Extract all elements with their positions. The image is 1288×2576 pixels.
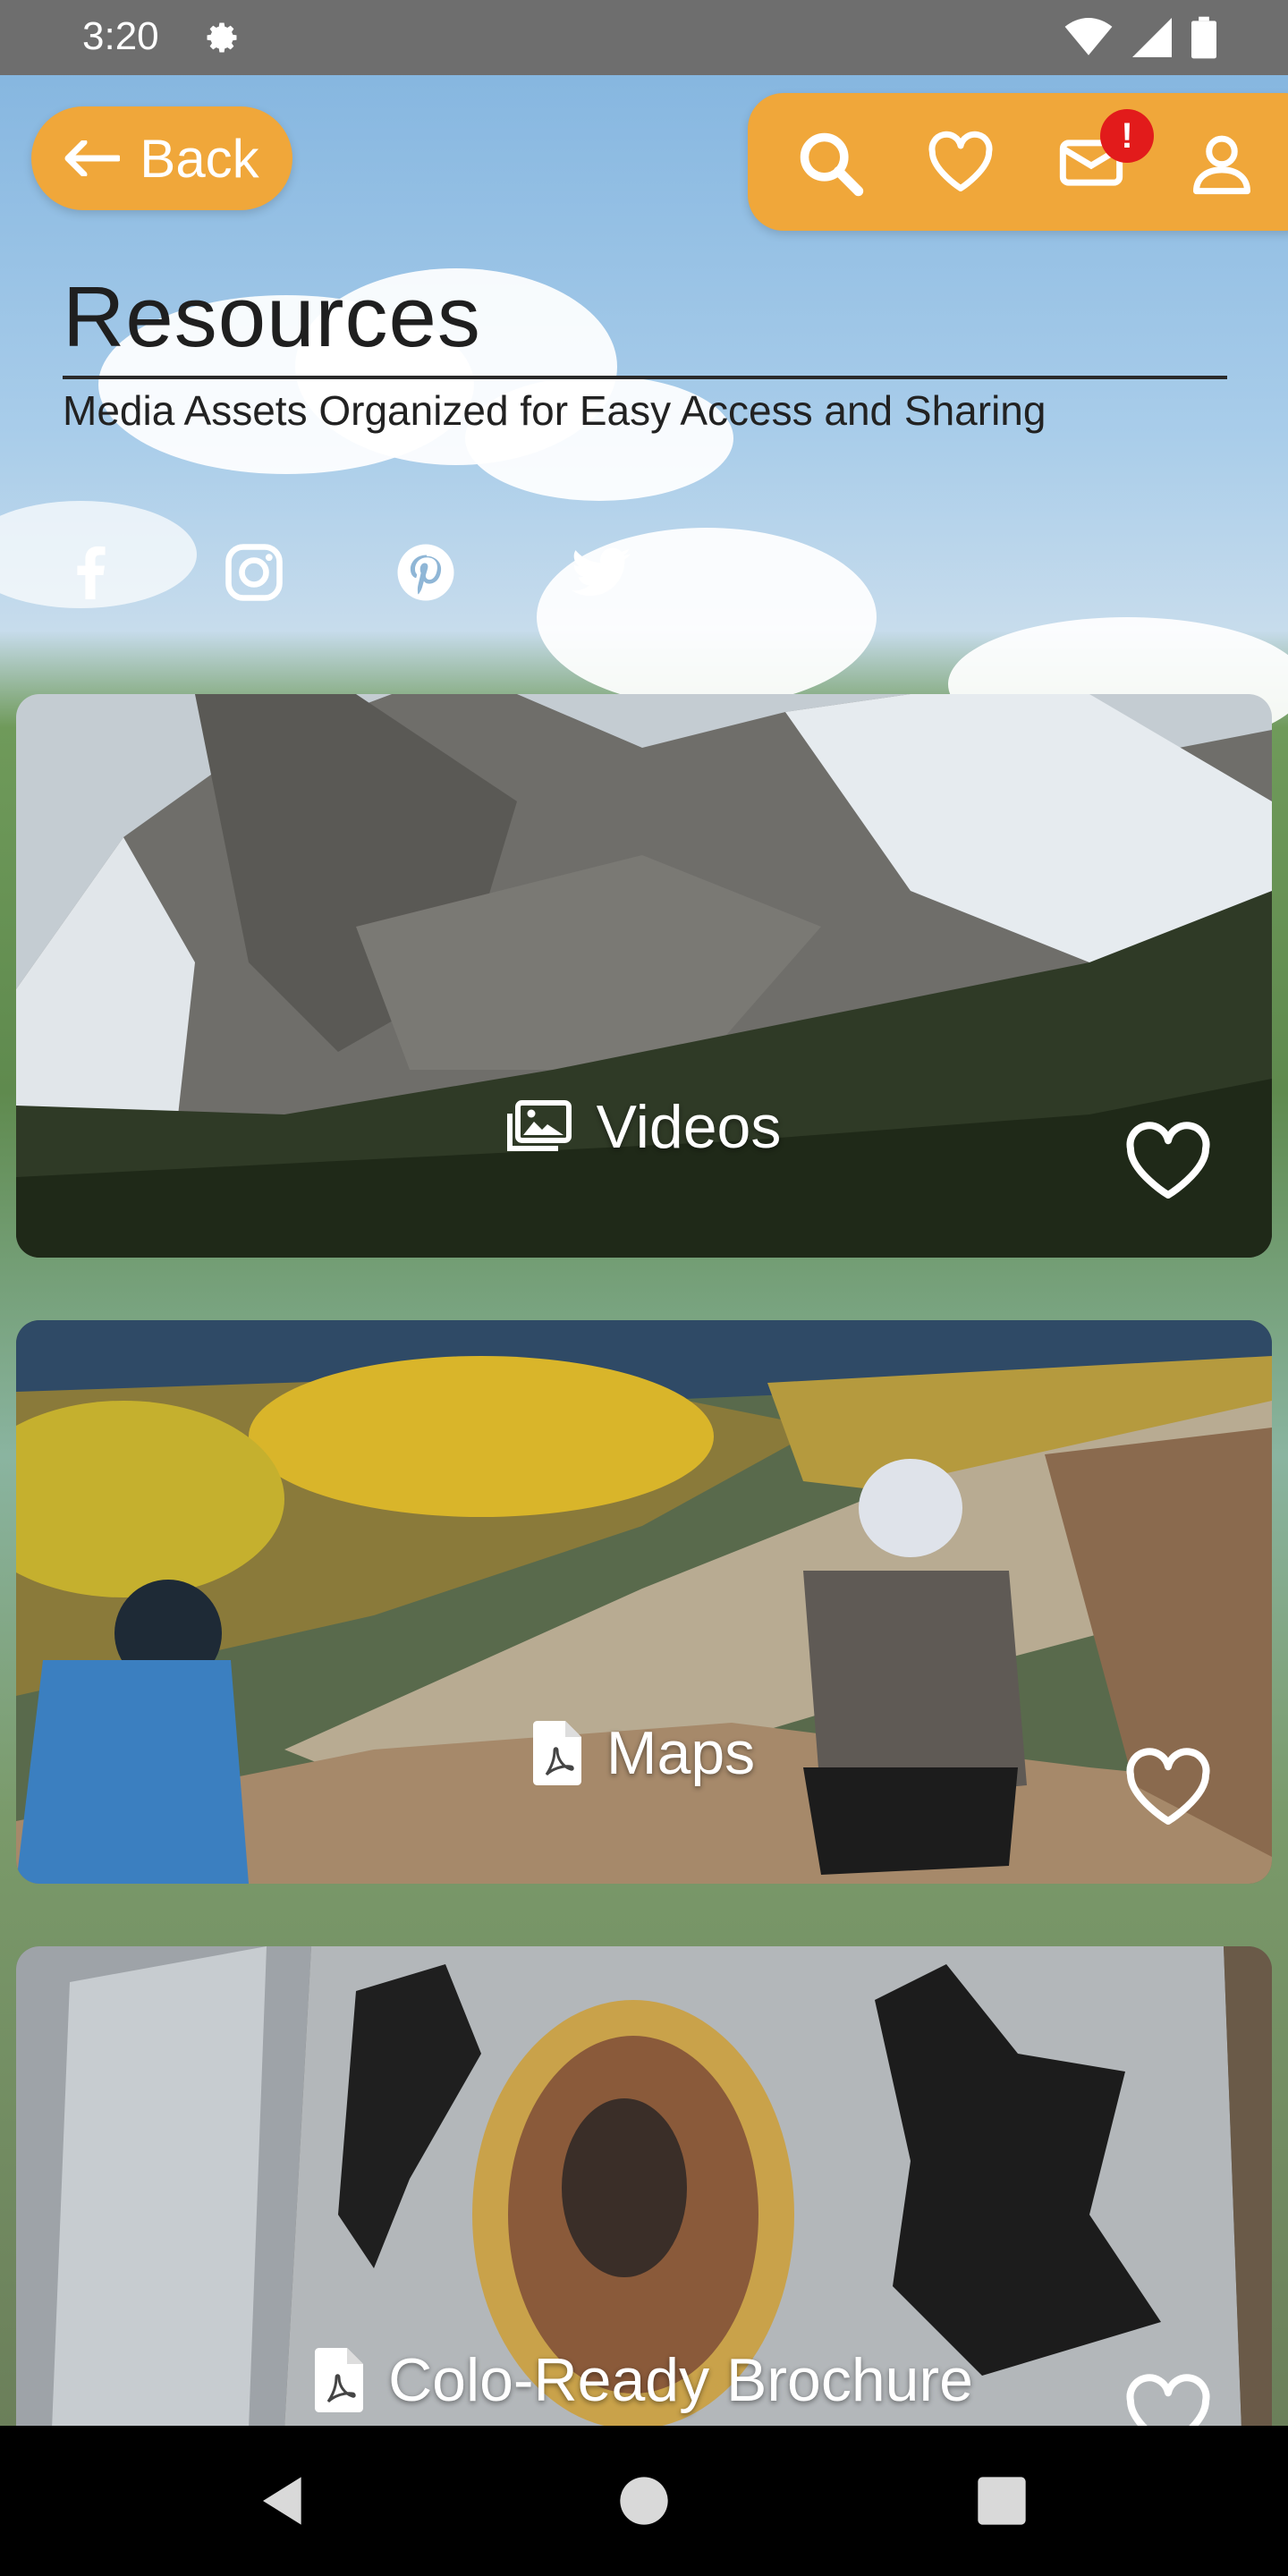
status-bar: 3:20: [0, 0, 1288, 75]
images-icon: [506, 1100, 572, 1151]
wifi-icon: [1064, 18, 1113, 55]
card-title: Videos: [596, 1093, 782, 1161]
search-icon[interactable]: [796, 129, 864, 197]
heart-icon[interactable]: [927, 129, 995, 197]
back-button-label: Back: [140, 128, 259, 189]
pdf-file-icon: [532, 1721, 581, 1785]
facebook-icon[interactable]: [59, 540, 123, 605]
resource-card-brochure[interactable]: Colo-Ready Brochure: [16, 1946, 1272, 2429]
home-circle-icon[interactable]: [615, 2472, 673, 2529]
heart-icon[interactable]: [1125, 1748, 1211, 1826]
resource-card-maps[interactable]: Maps: [16, 1320, 1272, 1884]
header-actions: [748, 93, 1288, 231]
pdf-file-icon: [315, 2348, 364, 2412]
battery-icon: [1191, 16, 1216, 59]
status-time: 3:20: [82, 14, 159, 58]
resource-card-videos[interactable]: Videos: [16, 694, 1272, 1258]
twitter-icon[interactable]: [569, 540, 633, 605]
mail-badge: !: [1100, 109, 1154, 163]
arrow-left-icon: [64, 140, 121, 176]
app-screen: 3:20 Back ! Resources Media Assets Organ…: [0, 0, 1288, 2576]
signal-icon: [1132, 18, 1172, 57]
card-title: Maps: [606, 1719, 756, 1787]
heart-icon[interactable]: [1125, 2374, 1211, 2429]
back-triangle-icon[interactable]: [256, 2472, 313, 2529]
back-button[interactable]: Back: [31, 106, 292, 210]
title-divider: [63, 376, 1227, 379]
card-label-row: Maps: [16, 1718, 1272, 1788]
pinterest-icon[interactable]: [394, 540, 458, 605]
recents-square-icon[interactable]: [973, 2472, 1030, 2529]
system-nav-bar: [0, 2426, 1288, 2576]
cyclists-photo: [16, 1320, 1272, 1884]
mountain-photo: [16, 694, 1272, 1258]
page-title: Resources: [63, 269, 481, 365]
gear-icon: [207, 22, 237, 53]
page-subtitle: Media Assets Organized for Easy Access a…: [63, 387, 1046, 434]
heart-icon[interactable]: [1125, 1122, 1211, 1200]
user-icon[interactable]: [1188, 129, 1256, 197]
card-title: Colo-Ready Brochure: [388, 2346, 973, 2414]
card-label-row: Colo-Ready Brochure: [16, 2345, 1272, 2415]
instagram-icon[interactable]: [222, 540, 286, 605]
card-label-row: Videos: [16, 1092, 1272, 1162]
